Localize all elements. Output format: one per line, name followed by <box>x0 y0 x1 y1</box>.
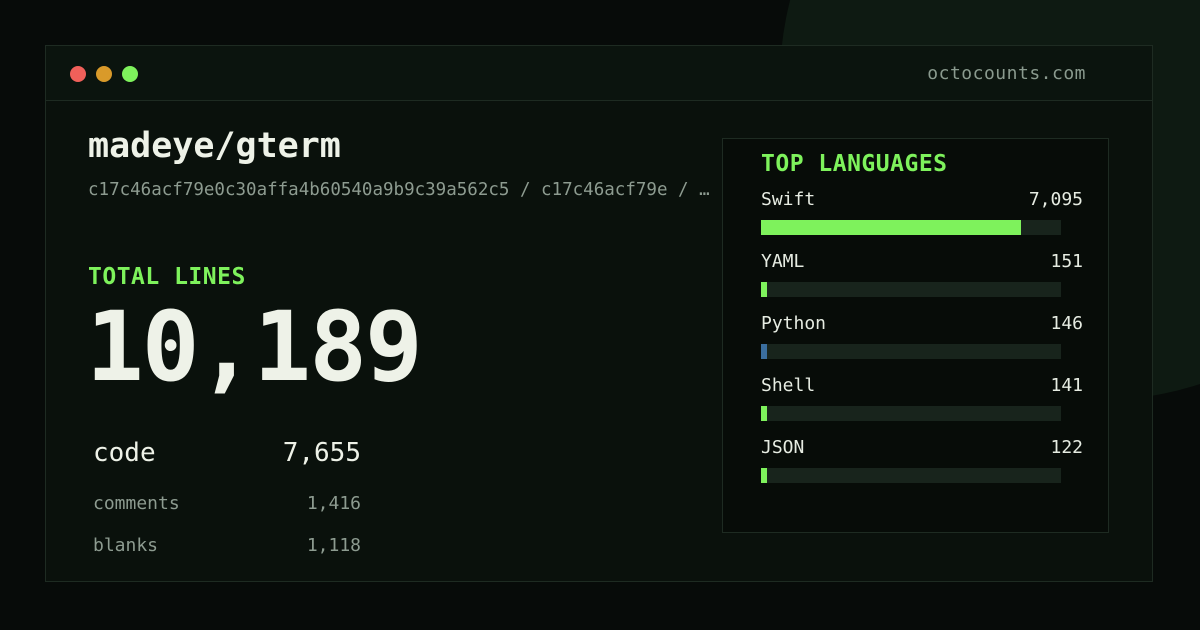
language-count: 7,095 <box>1028 189 1083 210</box>
language-bar-track <box>761 282 1061 297</box>
stat-value: 1,118 <box>306 535 361 556</box>
stat-value: 1,416 <box>306 493 361 514</box>
minimize-dot-icon[interactable] <box>96 66 112 82</box>
stat-label: comments <box>93 493 180 514</box>
language-bar-fill <box>761 220 1021 235</box>
page: octocounts.com madeye/gterm c17c46acf79e… <box>0 0 1200 630</box>
language-row: JSON 122 <box>761 437 1083 495</box>
language-count: 122 <box>1050 437 1083 458</box>
language-row: Swift 7,095 <box>761 189 1083 247</box>
language-bar-track <box>761 468 1061 483</box>
total-lines-value: 10,189 <box>86 291 423 403</box>
language-name: Shell <box>761 375 816 396</box>
top-languages-title: TOP LANGUAGES <box>761 151 948 177</box>
language-name: Swift <box>761 189 816 210</box>
stat-label: blanks <box>93 535 159 556</box>
language-bar-fill <box>761 282 767 297</box>
language-bar-fill <box>761 344 767 359</box>
language-name: Python <box>761 313 827 334</box>
commit-hash: c17c46acf79e0c30affa4b60540a9b9c39a562c5… <box>88 180 710 200</box>
total-lines-label: TOTAL LINES <box>88 264 246 290</box>
language-bar-track <box>761 344 1061 359</box>
language-count: 151 <box>1050 251 1083 272</box>
language-count: 141 <box>1050 375 1083 396</box>
repo-name: madeye/gterm <box>88 126 341 166</box>
language-bar-fill <box>761 406 767 421</box>
window: octocounts.com madeye/gterm c17c46acf79e… <box>45 45 1153 582</box>
language-bar-fill <box>761 468 767 483</box>
language-bar-track <box>761 406 1061 421</box>
window-titlebar: octocounts.com <box>46 46 1152 101</box>
language-name: YAML <box>761 251 805 272</box>
language-bar-track <box>761 220 1061 235</box>
language-row: Python 146 <box>761 313 1083 371</box>
site-domain: octocounts.com <box>927 63 1086 84</box>
language-count: 146 <box>1050 313 1083 334</box>
close-dot-icon[interactable] <box>70 66 86 82</box>
top-languages-panel: TOP LANGUAGES Swift 7,095 YAML 151 Pytho… <box>722 138 1109 533</box>
language-row: Shell 141 <box>761 375 1083 433</box>
maximize-dot-icon[interactable] <box>122 66 138 82</box>
stat-value: 7,655 <box>282 438 361 468</box>
stat-label: code <box>93 438 156 468</box>
language-row: YAML 151 <box>761 251 1083 309</box>
language-name: JSON <box>761 437 805 458</box>
